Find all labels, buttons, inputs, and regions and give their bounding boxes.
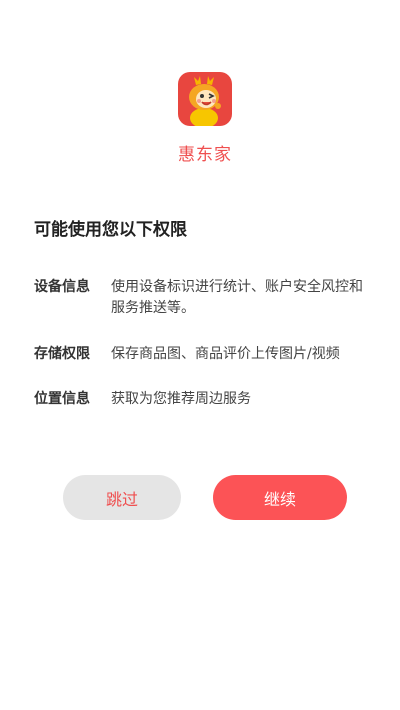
app-logo — [178, 72, 232, 126]
app-name: 惠东家 — [178, 145, 232, 165]
continue-button[interactable]: 继续 — [213, 475, 347, 520]
permission-item-location: 位置信息 获取为您推荐周边服务 — [34, 389, 374, 410]
permission-item-storage: 存储权限 保存商品图、商品评价上传图片/视频 — [34, 344, 374, 365]
permission-description: 使用设备标识进行统计、账户安全风控和服务推送等。 — [111, 279, 363, 316]
permission-label: 设备信息 — [34, 279, 90, 295]
dragon-mascot-icon — [178, 72, 232, 126]
skip-button[interactable]: 跳过 — [63, 475, 181, 520]
permission-description: 保存商品图、商品评价上传图片/视频 — [111, 346, 340, 362]
permissions-title: 可能使用您以下权限 — [34, 220, 187, 240]
permission-description: 获取为您推荐周边服务 — [111, 391, 251, 407]
permission-item-device-info: 设备信息 使用设备标识进行统计、账户安全风控和服务推送等。 — [34, 277, 374, 319]
permission-label: 位置信息 — [34, 391, 90, 407]
permission-label: 存储权限 — [34, 346, 90, 362]
